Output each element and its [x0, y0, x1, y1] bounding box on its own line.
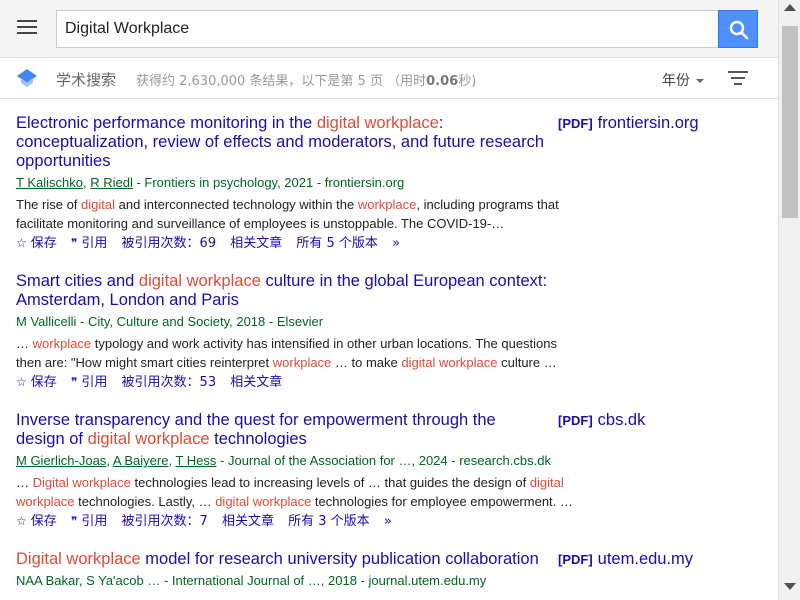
result-actions: ☆ 保存 ❞ 引用 被引用次数：7 相关文章 所有 3 个版本 »: [16, 512, 776, 531]
quote-icon: ❞: [70, 236, 78, 250]
all-versions-link[interactable]: 所有 5 个版本: [296, 236, 378, 251]
star-icon: ☆: [16, 236, 27, 250]
menu-icon[interactable]: [17, 19, 39, 37]
pdf-link[interactable]: [PDF] cbs.dk: [558, 411, 645, 430]
result-snippet: … Digital workplace technologies lead to…: [16, 475, 573, 509]
caret-down-icon: [696, 79, 704, 83]
scrollbar[interactable]: [778, 0, 800, 600]
pdf-link[interactable]: [PDF] utem.edu.my: [558, 550, 693, 569]
search-button[interactable]: [718, 10, 758, 48]
result-snippet: The rise of digital and interconnected t…: [16, 197, 559, 231]
cite-button[interactable]: ❞ 引用: [71, 514, 107, 529]
cited-by-link[interactable]: 被引用次数：7: [122, 514, 208, 529]
cited-by-link[interactable]: 被引用次数：69: [122, 236, 217, 251]
cited-by-link[interactable]: 被引用次数：53: [122, 375, 217, 390]
result-item: Digital workplace model for research uni…: [16, 550, 776, 589]
more-icon[interactable]: »: [392, 236, 400, 251]
related-articles-link[interactable]: 相关文章: [222, 514, 274, 529]
results-list: Electronic performance monitoring in the…: [0, 100, 778, 600]
search-input[interactable]: [56, 10, 718, 48]
scrollbar-thumb[interactable]: [782, 26, 798, 218]
result-title[interactable]: Electronic performance monitoring in the…: [16, 114, 556, 171]
cite-button[interactable]: ❞ 引用: [71, 375, 107, 390]
save-button[interactable]: ☆ 保存: [16, 375, 57, 390]
filter-icon[interactable]: [728, 70, 748, 86]
result-authors: NAA Bakar, S Ya'acob … - International J…: [16, 573, 487, 588]
author-link[interactable]: M Gierlich-Joas: [16, 453, 106, 468]
related-articles-link[interactable]: 相关文章: [230, 236, 282, 251]
quote-icon: ❞: [70, 514, 78, 528]
year-filter-button[interactable]: 年份: [662, 70, 704, 90]
result-actions: ☆ 保存 ❞ 引用 被引用次数：53 相关文章: [16, 373, 776, 392]
result-authors: M Vallicelli - City, Culture and Society…: [16, 314, 324, 329]
scholar-title[interactable]: 学术搜索: [56, 69, 116, 90]
author-link[interactable]: T Kalischko: [16, 175, 83, 190]
sub-header: 学术搜索 获得约 2,630,000 条结果，以下是第 5 页 （用时0.06秒…: [0, 58, 778, 99]
result-stats: 获得约 2,630,000 条结果，以下是第 5 页 （用时0.06秒): [136, 74, 477, 89]
author-link[interactable]: A Baiyere: [113, 453, 169, 468]
pdf-link[interactable]: [PDF] frontiersin.org: [558, 114, 699, 133]
scholar-logo-icon[interactable]: [16, 68, 38, 88]
search-icon: [729, 20, 749, 40]
result-snippet: … workplace typology and work activity h…: [16, 336, 558, 370]
result-actions: ☆ 保存 ❞ 引用 被引用次数：69 相关文章 所有 5 个版本 »: [16, 234, 776, 253]
result-item: Inverse transparency and the quest for e…: [16, 411, 776, 531]
scroll-up-icon[interactable]: [784, 4, 796, 11]
related-articles-link[interactable]: 相关文章: [230, 375, 282, 390]
result-title[interactable]: Smart cities and digital workplace cultu…: [16, 272, 576, 310]
all-versions-link[interactable]: 所有 3 个版本: [288, 514, 370, 529]
cite-button[interactable]: ❞ 引用: [71, 236, 107, 251]
author-link[interactable]: T Hess: [175, 453, 216, 468]
result-title[interactable]: Inverse transparency and the quest for e…: [16, 411, 541, 449]
scroll-down-icon[interactable]: [784, 583, 796, 590]
quote-icon: ❞: [70, 375, 78, 389]
star-icon: ☆: [16, 514, 27, 528]
result-title[interactable]: Digital workplace model for research uni…: [16, 550, 541, 569]
star-icon: ☆: [16, 375, 27, 389]
top-bar: [0, 0, 778, 58]
result-item: Smart cities and digital workplace cultu…: [16, 272, 776, 392]
save-button[interactable]: ☆ 保存: [16, 236, 57, 251]
save-button[interactable]: ☆ 保存: [16, 514, 57, 529]
author-link[interactable]: R Riedl: [90, 175, 133, 190]
result-item: Electronic performance monitoring in the…: [16, 114, 776, 253]
more-icon[interactable]: »: [384, 514, 392, 529]
result-authors: T Kalischko, R Riedl - Frontiers in psyc…: [16, 175, 405, 190]
result-authors: M Gierlich-Joas, A Baiyere, T Hess - Jou…: [16, 453, 551, 468]
